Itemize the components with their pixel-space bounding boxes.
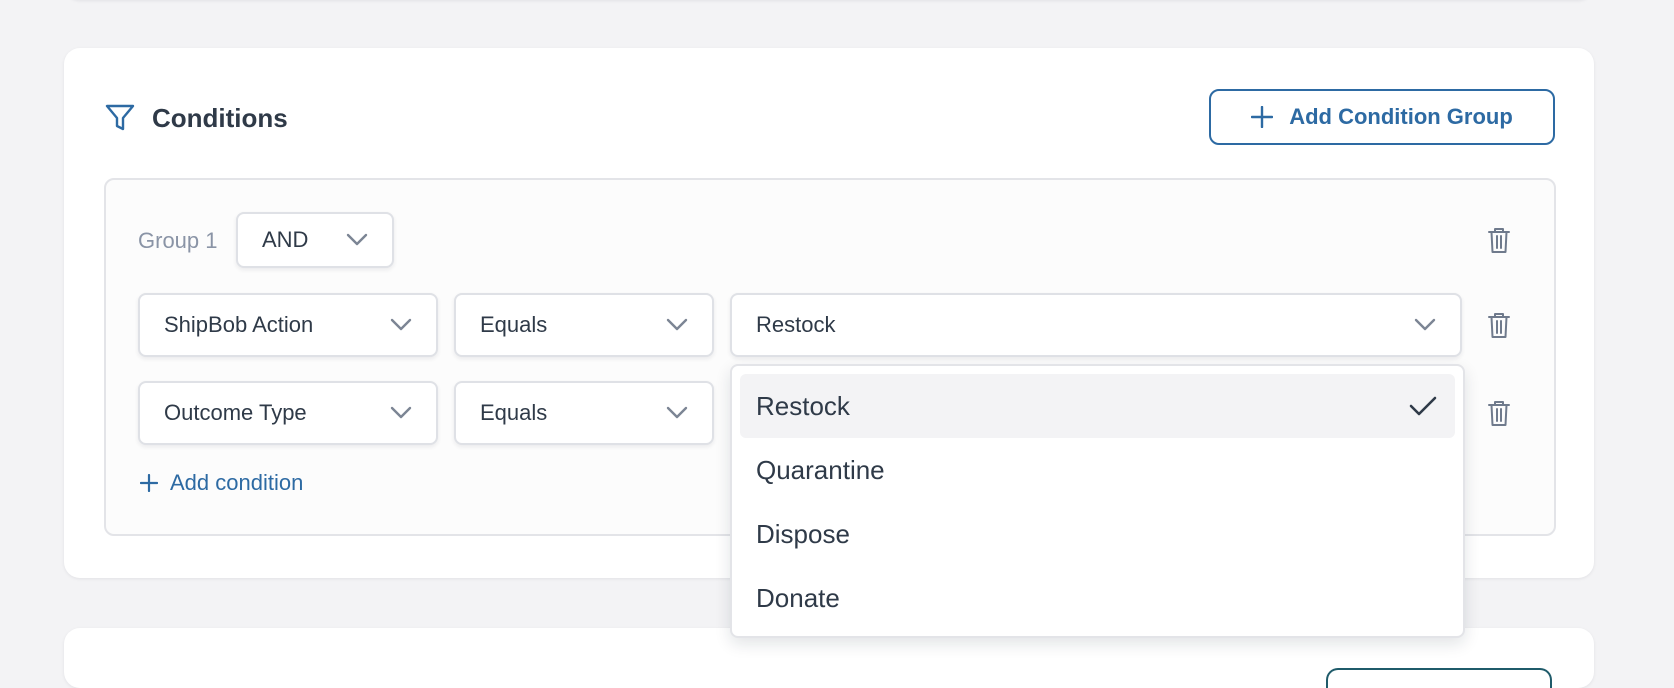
condition-field-select[interactable]: Outcome Type: [138, 381, 438, 445]
chevron-down-icon: [346, 233, 368, 246]
condition-operator-select[interactable]: Equals: [454, 381, 714, 445]
delete-group-trash-icon[interactable]: [1487, 226, 1511, 254]
filter-icon: [105, 104, 135, 131]
dropdown-option-label: Dispose: [756, 518, 850, 549]
section-title: Conditions: [152, 102, 288, 133]
dropdown-option-label: Donate: [756, 582, 840, 613]
condition-field-value: ShipBob Action: [164, 312, 314, 337]
chevron-down-icon: [390, 318, 412, 331]
group-label: Group 1: [138, 228, 218, 253]
add-condition-label: Add condition: [170, 470, 304, 495]
checkmark-icon: [1409, 396, 1437, 416]
dropdown-option[interactable]: Dispose: [740, 502, 1455, 566]
add-condition-link[interactable]: Add condition: [140, 470, 303, 496]
condition-operator-value: Equals: [480, 312, 548, 337]
condition-value-select[interactable]: Restock: [730, 293, 1462, 357]
plus-icon: [140, 474, 158, 492]
chevron-down-icon: [390, 406, 412, 419]
value-dropdown-menu: Restock Quarantine Dispose Donate: [730, 364, 1465, 638]
group-operator-value: AND: [262, 227, 309, 252]
delete-condition-trash-icon[interactable]: [1487, 311, 1511, 339]
dropdown-option-label: Restock: [756, 390, 850, 421]
next-section-button[interactable]: [1326, 668, 1552, 688]
chevron-down-icon: [1414, 318, 1436, 331]
condition-field-select[interactable]: ShipBob Action: [138, 293, 438, 357]
plus-icon: [1251, 106, 1274, 128]
dropdown-option[interactable]: Quarantine: [740, 438, 1455, 502]
dropdown-option[interactable]: Restock: [740, 374, 1455, 438]
condition-value-value: Restock: [756, 312, 836, 337]
condition-operator-select[interactable]: Equals: [454, 293, 714, 357]
chevron-down-icon: [666, 406, 688, 419]
add-condition-group-button[interactable]: Add Condition Group: [1209, 89, 1555, 145]
dropdown-option[interactable]: Donate: [740, 566, 1455, 630]
chevron-down-icon: [666, 318, 688, 331]
delete-condition-trash-icon[interactable]: [1487, 399, 1511, 427]
condition-field-value: Outcome Type: [164, 400, 307, 425]
conditions-header: Conditions: [104, 98, 288, 138]
dropdown-option-label: Quarantine: [756, 454, 885, 485]
condition-operator-value: Equals: [480, 400, 548, 425]
group-operator-select[interactable]: AND: [236, 212, 394, 268]
add-condition-group-label: Add Condition Group: [1289, 104, 1513, 129]
